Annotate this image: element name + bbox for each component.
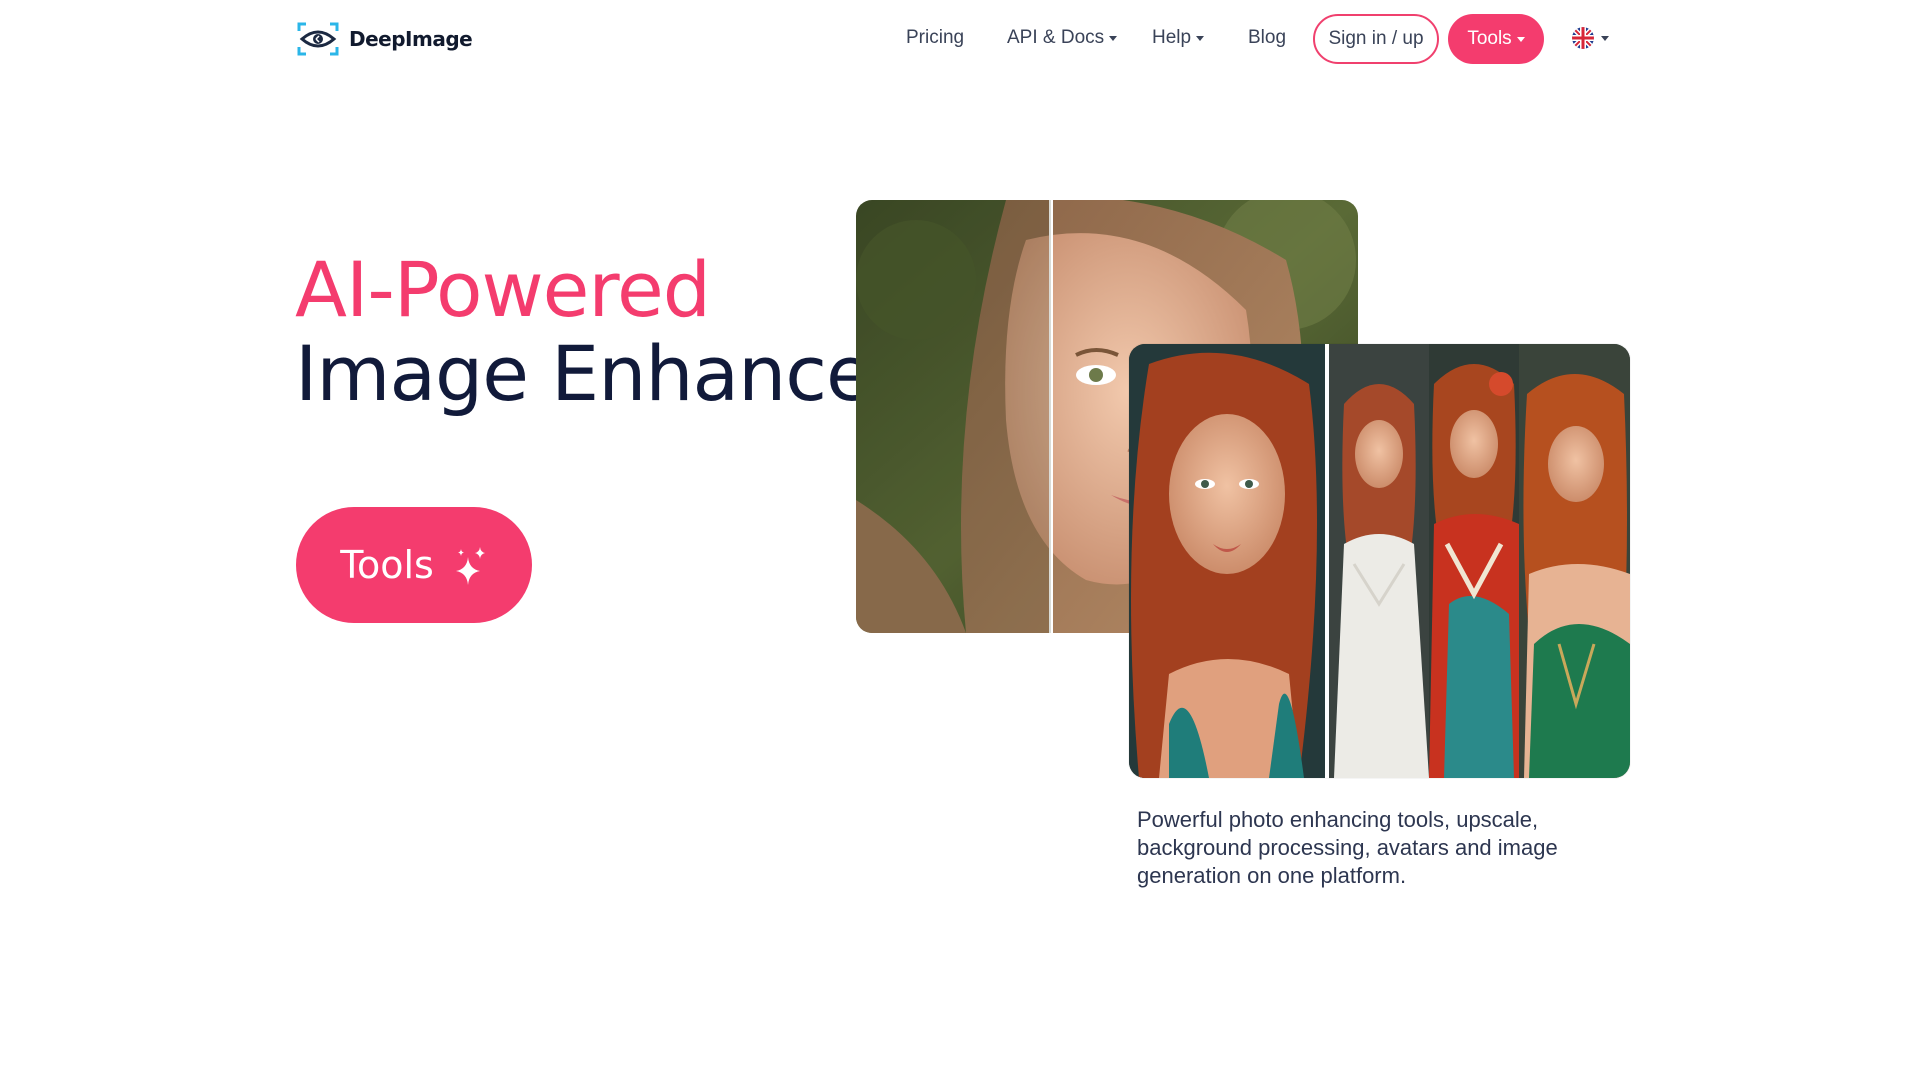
nav-help-label: Help [1152, 27, 1192, 48]
avatar-collage-image [1129, 344, 1630, 778]
nav-api-docs-label: API & Docs [1007, 27, 1105, 48]
hero-tools-label: Tools [340, 543, 434, 587]
nav-help[interactable]: Help [1152, 27, 1205, 49]
nav-api-docs[interactable]: API & Docs [1007, 27, 1118, 49]
hero-title-line2: Image Enhancer [295, 329, 903, 418]
hero-title: AI-Powered Image Enhancer [295, 245, 903, 418]
brand-name: DeepImage [349, 27, 473, 51]
hero-tools-button[interactable]: Tools [296, 507, 532, 623]
nav-blog[interactable]: Blog [1248, 27, 1286, 49]
uk-flag-icon [1572, 27, 1594, 49]
nav-pricing-label: Pricing [906, 27, 965, 48]
caret-down-icon [1601, 36, 1609, 41]
nav-blog-label: Blog [1248, 27, 1287, 48]
collage-illustration [1129, 344, 1630, 778]
sign-in-label: Sign in / up [1328, 28, 1424, 49]
tools-dropdown-button[interactable]: Tools [1448, 14, 1544, 64]
eye-logo-icon [297, 22, 339, 56]
hero-description: Powerful photo enhancing tools, upscale,… [1137, 807, 1558, 888]
caret-down-icon [1109, 36, 1118, 41]
sign-in-button[interactable]: Sign in / up [1313, 14, 1439, 64]
top-navbar: DeepImage Pricing API & Docs Help Blog S… [0, 0, 1920, 80]
tools-nav-label: Tools [1467, 28, 1512, 49]
hero-title-line1: AI-Powered [295, 245, 711, 334]
language-selector[interactable] [1572, 27, 1609, 49]
brand-logo[interactable]: DeepImage [296, 21, 473, 57]
sparkle-icon [455, 547, 485, 585]
caret-down-icon [1196, 36, 1205, 41]
nav-pricing[interactable]: Pricing [906, 27, 964, 49]
caret-down-icon [1516, 37, 1525, 42]
